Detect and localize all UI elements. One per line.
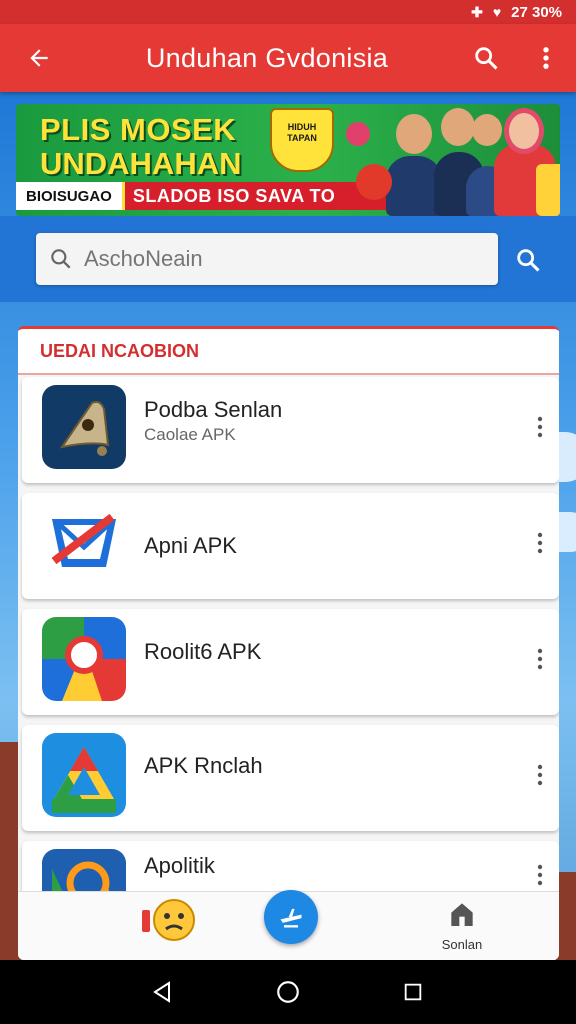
app-bar: Unduhan Gvdonisia (0, 24, 576, 92)
app-menu-button[interactable] (525, 407, 555, 447)
app-menu-button[interactable] (525, 639, 555, 679)
app-menu-button[interactable] (525, 523, 555, 563)
app-icon (42, 385, 126, 469)
overflow-menu-button[interactable] (516, 24, 576, 92)
app-icon (42, 501, 126, 585)
banner-headline: PLIS MOSEK (40, 112, 237, 147)
more-vert-icon (537, 416, 543, 438)
arrow-back-icon (30, 49, 48, 67)
emoji-button[interactable] (138, 896, 198, 946)
list-item[interactable]: Apni APK (22, 493, 559, 599)
app-icon (42, 733, 126, 817)
search-icon (475, 47, 498, 70)
app-name: Apni APK (144, 533, 237, 558)
search-icon (51, 249, 71, 269)
home-icon (451, 903, 473, 926)
airplane-icon (280, 908, 302, 928)
drive-icon (52, 747, 116, 813)
list-item[interactable]: Roolit6 APK (22, 609, 559, 715)
search-input[interactable] (84, 246, 484, 272)
app-subtitle: Caolae APK (144, 425, 236, 444)
section-title: UEDAI NCAOBION (18, 329, 559, 375)
circle-home-icon (277, 981, 299, 1003)
search-submit-button[interactable] (504, 236, 552, 284)
search-field[interactable] (36, 233, 498, 285)
signal-icon: ✚ (471, 3, 483, 20)
more-vert-icon (537, 532, 543, 554)
promo-banner[interactable]: PLIS MOSEK UNDAHAHAN HIDUH TAPAN BIOISUG… (16, 104, 560, 216)
app-menu-button[interactable] (525, 855, 555, 895)
banner-strip-text: SLADOB ISO SAVA TO (132, 185, 336, 206)
app-name: APK Rnclah (144, 753, 263, 778)
banner-badge: HIDUH TAPAN (270, 108, 334, 172)
list-item[interactable]: Podba Senlan Caolae APK (22, 377, 559, 483)
bell-icon (59, 400, 110, 456)
more-vert-icon (543, 47, 549, 69)
app-list-card: UEDAI NCAOBION Podba Senlan Caolae APK A… (18, 326, 559, 960)
status-bar: ✚ ♥ 27 30% (0, 0, 576, 24)
system-back-button[interactable] (143, 972, 183, 1012)
search-icon (517, 249, 540, 272)
search-bar (0, 216, 576, 302)
map-search-icon (42, 617, 126, 701)
emoji-face-icon (142, 899, 195, 941)
app-name: Roolit6 APK (144, 639, 262, 664)
square-recents-icon (405, 983, 422, 1001)
status-text: 27 30% (511, 3, 562, 21)
more-vert-icon (537, 648, 543, 670)
back-button[interactable] (0, 24, 78, 92)
more-vert-icon (537, 764, 543, 786)
system-home-button[interactable] (268, 972, 308, 1012)
nav-home[interactable]: Sonlan (422, 898, 502, 958)
system-recents-button[interactable] (393, 972, 433, 1012)
search-button[interactable] (456, 24, 516, 92)
banner-subheadline: UNDAHAHAN (40, 146, 242, 181)
triangle-back-icon (152, 981, 170, 1003)
bottom-navigation: Sonlan (18, 890, 559, 960)
app-menu-button[interactable] (525, 755, 555, 795)
app-icon (42, 617, 126, 701)
app-name: Podba Senlan (144, 397, 283, 422)
add-fab-button[interactable] (264, 890, 318, 944)
mail-icon (51, 513, 116, 567)
system-navigation-bar (0, 960, 576, 1024)
nav-home-label: Sonlan (441, 937, 483, 952)
app-name: Apolitik (144, 853, 215, 878)
wifi-icon: ♥ (492, 4, 502, 20)
banner-strip-left: BIOISUGAO (16, 182, 125, 210)
page-title: Unduhan Gvdonisia (145, 42, 389, 73)
list-item[interactable]: APK Rnclah (22, 725, 559, 831)
more-vert-icon (537, 864, 543, 886)
